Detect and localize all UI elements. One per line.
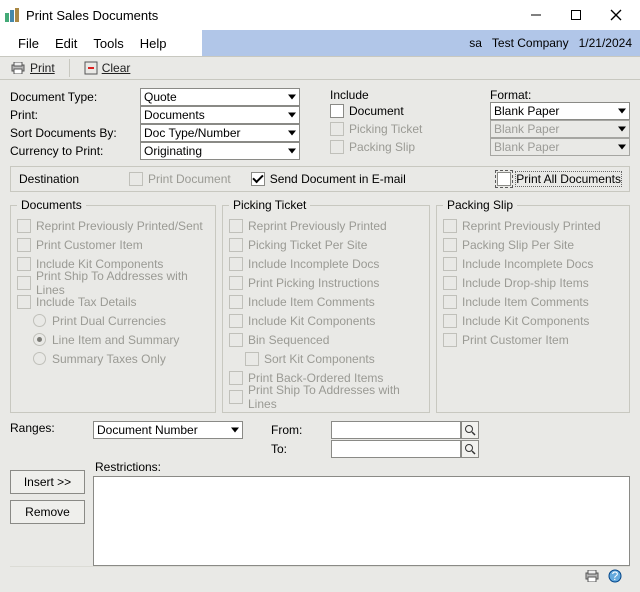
svg-text:?: ? [612,569,619,583]
format2-select: Blank Paper [490,120,630,138]
from-lookup-button[interactable] [461,421,479,439]
restrictions-listbox[interactable] [93,476,630,566]
clear-button[interactable]: Clear [80,60,135,76]
documents-group: Documents Reprint Previously Printed/Sen… [10,198,216,413]
remove-button[interactable]: Remove [10,500,85,524]
include-document-check[interactable] [330,104,344,118]
format1-select[interactable]: Blank Paper [490,102,630,120]
currency-select[interactable]: Originating [140,142,300,160]
context-user: sa [469,36,482,50]
lookup-icon [464,424,476,436]
packing-group: Packing Slip Reprint Previously Printed … [436,198,630,413]
pick-sortkit-check [245,352,259,366]
lookup-icon [464,443,476,455]
context-company: Test Company [492,36,569,50]
to-input[interactable] [331,440,461,458]
label-sort: Sort Documents By: [10,125,140,141]
doc-customer-item-check [17,238,31,252]
print-document-check [129,172,143,186]
minimize-button[interactable] [516,0,556,30]
menu-edit[interactable]: Edit [47,34,85,53]
doc-reprint-check [17,219,31,233]
ranges-label: Ranges: [10,421,85,435]
destination-label: Destination [19,172,109,186]
doc-summary-radio [33,352,46,365]
menubar: File Edit Tools Help sa Test Company 1/2… [0,30,640,56]
pick-comments-check [229,295,243,309]
sort-select[interactable]: Doc Type/Number [140,124,300,142]
status-bar: ? [10,566,630,588]
restrictions-label: Restrictions: [93,460,630,474]
pick-incomplete-check [229,257,243,271]
pick-kit-check [229,314,243,328]
menu-help[interactable]: Help [132,34,175,53]
doc-kit-check [17,257,31,271]
format3-select: Blank Paper [490,138,630,156]
doc-dual-radio [33,314,46,327]
doc-lineitem-radio [33,333,46,346]
send-email-check[interactable] [251,172,265,186]
pack-comments-check [443,295,457,309]
range-select[interactable]: Document Number [93,421,243,439]
doc-type-select[interactable]: Quote [140,88,300,106]
from-label: From: [271,423,331,437]
pack-reprint-check [443,219,457,233]
doc-tax-check [17,295,31,309]
label-print: Print: [10,107,140,123]
doc-shipto-check [17,276,31,290]
to-lookup-button[interactable] [461,440,479,458]
printer-icon [10,62,26,74]
pick-shipto-check [229,390,243,404]
insert-button[interactable]: Insert >> [10,470,85,494]
context-date: 1/21/2024 [579,36,632,50]
print-button[interactable]: Print [6,60,59,76]
app-icon [4,7,20,23]
format-header: Format: [490,88,630,102]
help-status-icon[interactable]: ? [608,569,622,586]
destination-bar: Destination Print Document Send Document… [10,166,630,192]
clear-icon [84,61,98,75]
close-button[interactable] [596,0,636,30]
pick-reprint-check [229,219,243,233]
pack-dropship-check [443,276,457,290]
maximize-button[interactable] [556,0,596,30]
print-select[interactable]: Documents [140,106,300,124]
from-input[interactable] [331,421,461,439]
toolbar: Print Clear [0,56,640,80]
pick-bin-check [229,333,243,347]
picking-group: Picking Ticket Reprint Previously Printe… [222,198,430,413]
pick-persite-check [229,238,243,252]
label-doc-type: Document Type: [10,89,140,105]
include-header: Include [330,88,470,102]
pack-customeritem-check [443,333,457,347]
pick-instructions-check [229,276,243,290]
window-title: Print Sales Documents [26,8,158,23]
pick-backordered-check [229,371,243,385]
to-label: To: [271,442,331,456]
menu-file[interactable]: File [10,34,47,53]
print-all-check[interactable] [497,172,511,186]
label-currency: Currency to Print: [10,143,140,159]
include-picking-check [330,122,344,136]
include-packing-check [330,140,344,154]
pack-kit-check [443,314,457,328]
menu-tools[interactable]: Tools [85,34,131,53]
pack-persite-check [443,238,457,252]
titlebar: Print Sales Documents [0,0,640,30]
pack-incomplete-check [443,257,457,271]
print-status-icon[interactable] [584,570,600,585]
